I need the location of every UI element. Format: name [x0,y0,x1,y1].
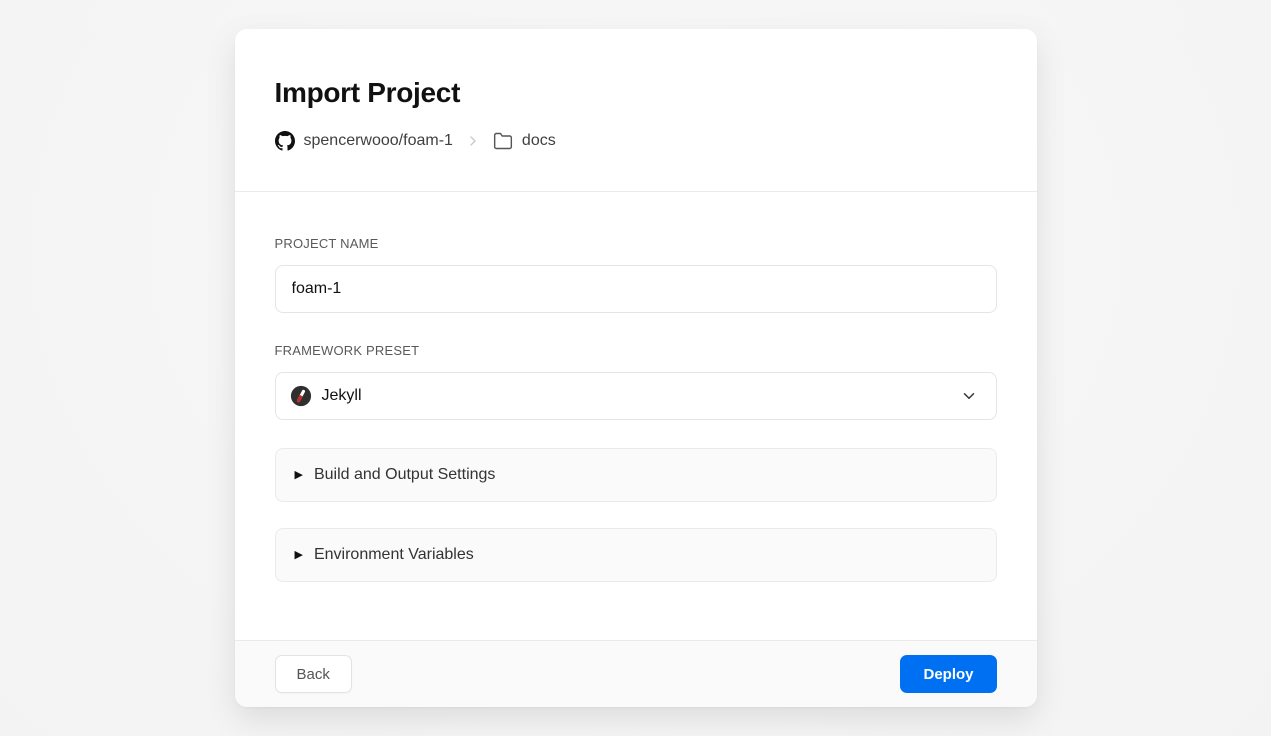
framework-select[interactable]: Jekyll [275,372,997,420]
accordion-triangle-icon: ▶ [295,470,303,481]
accordion-label: Environment Variables [314,546,474,564]
environment-variables-accordion[interactable]: ▶ Environment Variables [275,528,997,582]
back-button[interactable]: Back [275,655,352,693]
breadcrumb-chevron-icon [465,133,481,149]
page-title: Import Project [275,77,997,109]
framework-preset-label: FRAMEWORK PRESET [275,343,997,358]
project-name-label: PROJECT NAME [275,236,997,251]
framework-selected-value: Jekyll [322,387,362,405]
breadcrumb: spencerwooo/foam-1 docs [275,131,997,151]
chevron-down-icon [960,387,978,405]
modal-body: PROJECT NAME FRAMEWORK PRESET Jekyll [235,192,1037,640]
import-project-modal: Import Project spencerwooo/foam-1 docs [235,29,1037,707]
jekyll-icon [290,385,312,407]
modal-footer: Back Deploy [235,640,1037,707]
folder-icon [493,131,513,151]
breadcrumb-repo: spencerwooo/foam-1 [304,132,453,150]
deploy-button[interactable]: Deploy [900,655,996,693]
accordion-triangle-icon: ▶ [295,550,303,561]
accordion-label: Build and Output Settings [314,466,495,484]
project-name-input[interactable] [275,265,997,313]
breadcrumb-subdir: docs [522,132,556,150]
github-icon [275,131,295,151]
build-output-settings-accordion[interactable]: ▶ Build and Output Settings [275,448,997,502]
modal-header: Import Project spencerwooo/foam-1 docs [235,29,1037,192]
